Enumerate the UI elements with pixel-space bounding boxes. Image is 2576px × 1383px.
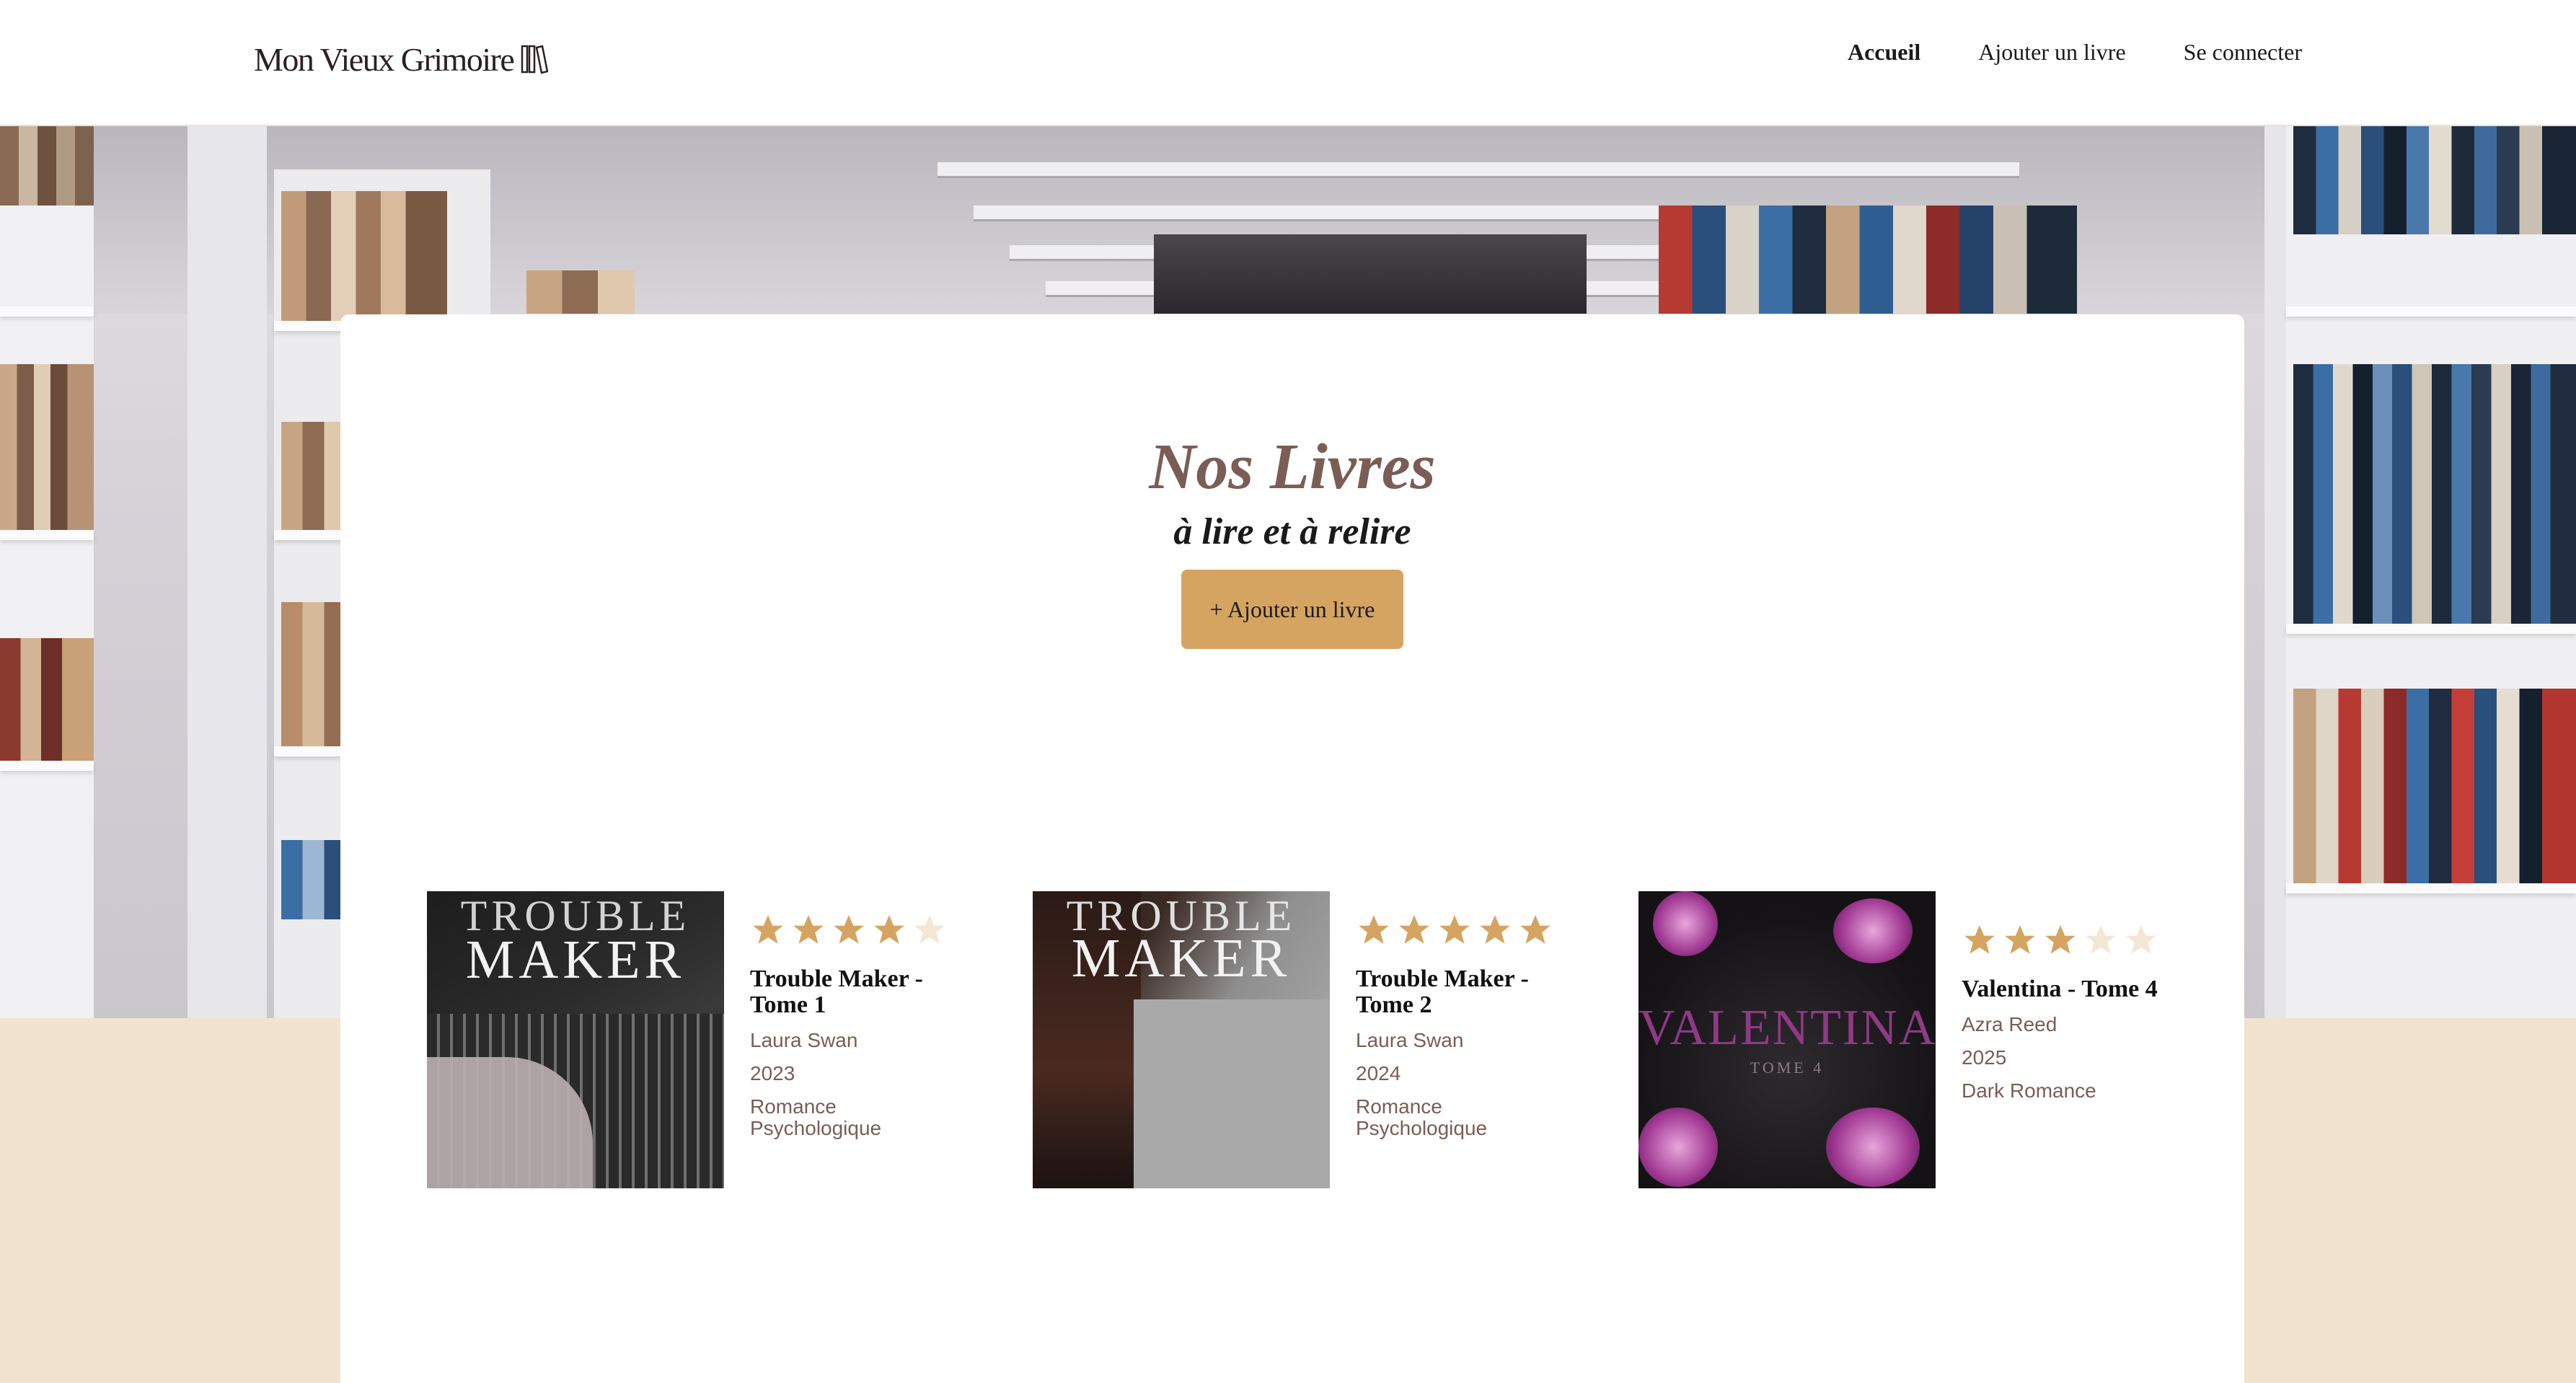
nav-accueil[interactable]: Accueil	[1848, 39, 1920, 66]
page-subtitle: à lire et à relire	[1173, 511, 1411, 552]
cover-title: MAKER	[465, 929, 686, 990]
book-card[interactable]: TROUBLE MAKER Trouble Maker - Tome 1 Lau…	[427, 891, 975, 1188]
book-card[interactable]: VALENTINA TOME 4 Valentina - Tome 4 Azra…	[1638, 891, 2187, 1188]
books-row	[281, 602, 346, 746]
book-year: 2023	[750, 1062, 795, 1084]
books-row	[2293, 364, 2576, 624]
book-year: 2024	[1356, 1062, 1401, 1084]
books-row	[281, 191, 447, 321]
shelf-board	[0, 530, 94, 540]
logo-text: Mon Vieux Grimoire	[254, 40, 515, 78]
shelf-board	[2286, 624, 2576, 634]
star-icon	[874, 915, 904, 944]
shelf-board	[2286, 306, 2576, 317]
star-icon	[2005, 925, 2035, 954]
shelf-unit-left	[188, 126, 267, 1018]
shelf-board	[2286, 883, 2576, 893]
books-row	[281, 422, 346, 530]
star-icon	[793, 915, 824, 944]
site-logo[interactable]: Mon Vieux Grimoire	[254, 37, 549, 81]
book-genre: Dark Romance	[1962, 1079, 2096, 1102]
star-icon	[2126, 925, 2156, 954]
cover-title: VALENTINA	[1638, 1000, 1936, 1056]
books-row	[2293, 126, 2576, 234]
shelf-unit-left	[0, 126, 94, 1018]
book-cover[interactable]: TROUBLE MAKER	[1033, 891, 1330, 1188]
book-info: Trouble Maker - Tome 2 Laura Swan 2024 R…	[1356, 910, 1572, 1139]
book-title[interactable]: Trouble Maker - Tome 2	[1356, 966, 1572, 1018]
book-info: Valentina - Tome 4 Azra Reed 2025 Dark R…	[1962, 920, 2178, 1102]
add-book-button[interactable]: + Ajouter un livre	[1181, 570, 1403, 649]
shelf-board	[0, 306, 94, 317]
nav-se-connecter[interactable]: Se connecter	[2184, 39, 2302, 66]
ceiling-beam	[938, 162, 2019, 178]
main-nav: Accueil Ajouter un livre Se connecter	[1848, 36, 2302, 68]
book-card[interactable]: TROUBLE MAKER Trouble Maker - Tome 2 Lau…	[1033, 891, 1581, 1188]
book-author: Azra Reed	[1962, 1013, 2057, 1035]
cover-art	[1134, 999, 1330, 1188]
rating-stars	[750, 910, 966, 950]
rating-stars	[1356, 910, 1572, 950]
star-icon	[1359, 915, 1389, 944]
nav-ajouter-livre[interactable]: Ajouter un livre	[1978, 39, 2125, 66]
page-title: Nos Livres	[1149, 431, 1436, 503]
cover-art	[1826, 1108, 1920, 1187]
books-row	[0, 638, 94, 761]
rating-stars	[1962, 920, 2178, 960]
star-icon	[1964, 925, 1995, 954]
star-icon	[1520, 915, 1551, 944]
cover-subtitle: TOME 4	[1750, 1059, 1825, 1077]
book-genre: Romance Psychologique	[1356, 1095, 1488, 1139]
book-cover[interactable]: TROUBLE MAKER	[427, 891, 724, 1188]
star-icon	[753, 915, 783, 944]
books-row	[2293, 689, 2576, 883]
star-icon	[914, 915, 945, 944]
center-aisle	[1154, 234, 1587, 314]
book-author: Laura Swan	[1356, 1029, 1464, 1051]
book-title[interactable]: Trouble Maker - Tome 1	[750, 966, 966, 1018]
books-icon	[521, 45, 549, 74]
books-row	[0, 126, 94, 206]
books-card: Nos Livres à lire et à relire + Ajouter …	[340, 314, 2244, 1383]
star-icon	[834, 915, 864, 944]
cover-art	[1653, 891, 1718, 956]
books-row	[281, 840, 346, 919]
star-icon	[2086, 925, 2116, 954]
book-genre: Romance Psychologique	[750, 1095, 882, 1139]
site-header: Mon Vieux Grimoire Accueil Ajouter un li…	[0, 0, 2576, 125]
book-author: Laura Swan	[750, 1029, 858, 1051]
books-row	[526, 270, 635, 314]
star-icon	[2045, 925, 2076, 954]
star-icon	[1399, 915, 1429, 944]
cover-title: MAKER	[1071, 928, 1292, 989]
book-cover[interactable]: VALENTINA TOME 4	[1638, 891, 1936, 1188]
book-info: Trouble Maker - Tome 1 Laura Swan 2023 R…	[750, 910, 966, 1139]
shelf-board	[0, 761, 94, 771]
star-icon	[1480, 915, 1510, 944]
books-row	[0, 364, 94, 530]
book-year: 2025	[1962, 1046, 2007, 1069]
book-title[interactable]: Valentina - Tome 4	[1962, 976, 2178, 1002]
cover-art	[1833, 898, 1913, 963]
cover-art	[1638, 1108, 1718, 1187]
star-icon	[1439, 915, 1470, 944]
books-row	[1659, 206, 2077, 314]
